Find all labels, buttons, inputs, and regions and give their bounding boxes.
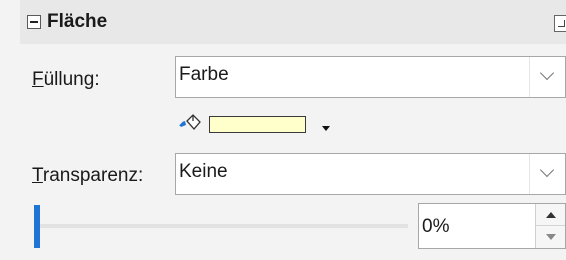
panel-header: Fläche — [20, 0, 566, 44]
fill-label: Füllung: — [32, 69, 100, 91]
transparency-label-mnemonic: T — [32, 165, 43, 186]
spin-up-icon[interactable] — [536, 204, 565, 226]
chevron-down-icon[interactable] — [529, 154, 565, 194]
transparency-slider-track[interactable] — [38, 224, 408, 228]
fill-label-text: üllung: — [43, 69, 100, 90]
transparency-slider-thumb[interactable] — [34, 205, 40, 248]
transparency-label: Transparenz: — [32, 165, 143, 187]
paint-bucket-icon[interactable] — [178, 113, 204, 135]
transparency-dropdown[interactable]: Keine — [175, 153, 566, 195]
fill-color-swatch[interactable] — [209, 116, 306, 133]
collapse-icon[interactable] — [27, 15, 41, 29]
transparency-percent-spinbox[interactable]: 0% — [418, 203, 566, 249]
fill-label-mnemonic: F — [32, 69, 44, 90]
fill-type-dropdown[interactable]: Farbe — [175, 56, 566, 98]
spin-buttons — [535, 204, 565, 248]
chevron-down-icon[interactable] — [529, 57, 565, 97]
triangle-down-icon[interactable] — [322, 126, 330, 131]
spin-down-icon[interactable] — [536, 226, 565, 248]
transparency-label-text: ransparenz: — [42, 165, 144, 186]
panel-title: Fläche — [47, 11, 108, 32]
more-options-icon[interactable] — [554, 15, 566, 32]
transparency-value: Keine — [179, 161, 228, 182]
fill-type-value: Farbe — [179, 64, 229, 85]
transparency-percent-value: 0% — [422, 216, 450, 237]
